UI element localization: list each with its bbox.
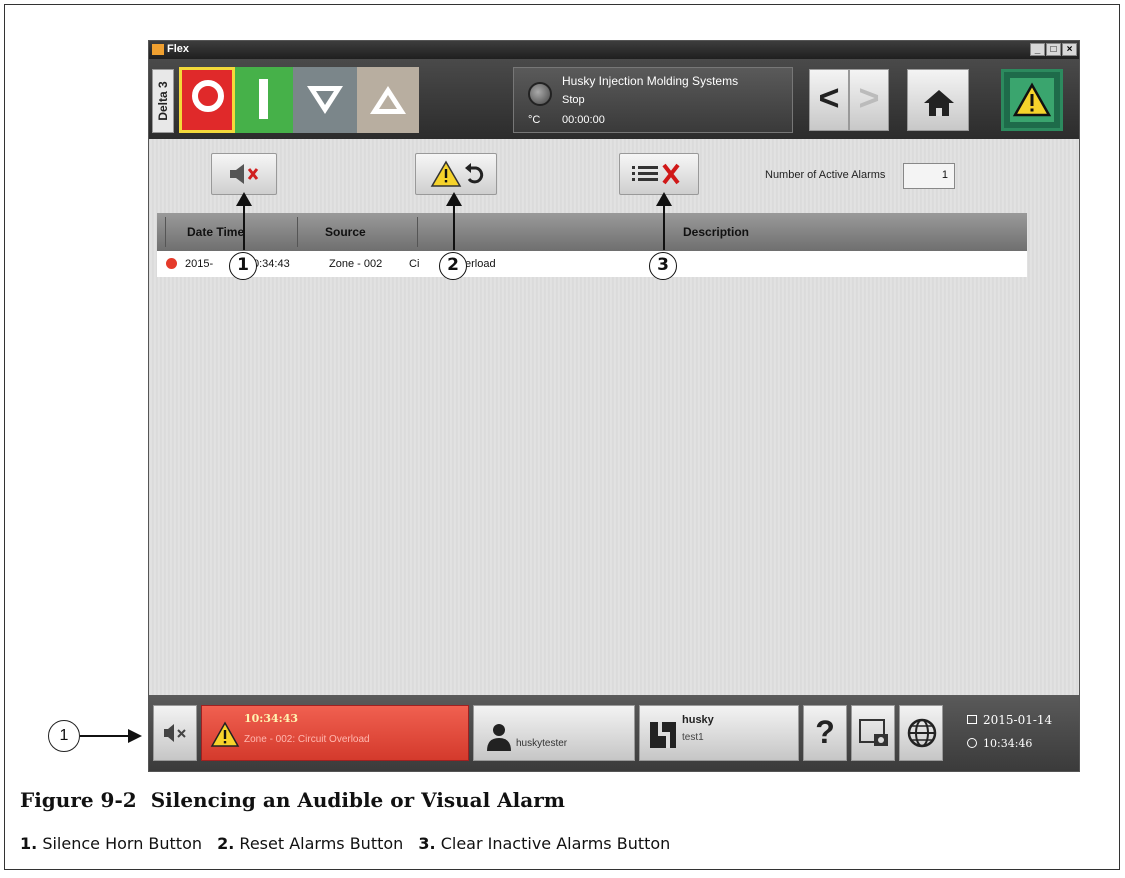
minimize-button[interactable]: _: [1030, 43, 1045, 56]
legend-text-1: Silence Horn Button: [42, 834, 203, 853]
forward-button[interactable]: >: [849, 69, 889, 131]
status-footer: 10:34:43 Zone - 002: Circuit Overload hu…: [149, 695, 1079, 771]
heat-up-button[interactable]: [357, 67, 419, 133]
screenshot-icon: [859, 719, 888, 746]
legend-text-2: Reset Alarms Button: [239, 834, 404, 853]
window-controls: _ □ ×: [1030, 43, 1077, 56]
status-light-icon: [528, 82, 552, 106]
row-description-tail: erload: [465, 258, 496, 270]
outer-callout-1: 1: [48, 720, 80, 752]
callout-2: 2: [439, 252, 467, 280]
heat-down-button[interactable]: [293, 67, 357, 133]
clock-icon: [967, 738, 977, 748]
husky-logo-icon: [650, 722, 676, 748]
active-alarms-label: Number of Active Alarms: [765, 169, 886, 181]
figure-caption: Figure 9-2 Silencing an Audible or Visual…: [20, 788, 565, 812]
start-button[interactable]: [235, 67, 293, 133]
user-name: huskytester: [516, 738, 568, 749]
calendar-icon: [967, 715, 977, 724]
outer-callout-arrow: [80, 735, 130, 737]
datetime-display: 2015-01-14 10:34:46: [947, 705, 1073, 761]
column-datetime[interactable]: Date Time: [187, 225, 244, 239]
alarm-message: Zone - 002: Circuit Overload: [244, 734, 370, 745]
column-source[interactable]: Source: [325, 225, 366, 239]
machine-header: Delta 3 °C Husky Injection Molding Syste…: [149, 59, 1079, 139]
flex-app-window: Flex _ □ × Delta 3 °C Husky Injection Mo…: [148, 40, 1080, 772]
project-button[interactable]: husky test1: [639, 705, 799, 761]
callout-2-arrow: [453, 200, 455, 250]
silence-horn-button[interactable]: [211, 153, 277, 195]
legend-num-3: 3.: [418, 834, 436, 853]
figure-title: Silencing an Audible or Visual Alarm: [150, 788, 565, 812]
warning-icon: [210, 721, 240, 747]
window-title: Flex: [167, 43, 190, 55]
figure-number: Figure 9-2: [20, 788, 137, 812]
alarm-table-header: Date Time Source Description: [157, 213, 1027, 251]
outer-arrowhead: [128, 729, 142, 743]
home-button[interactable]: [907, 69, 969, 131]
machine-state: Stop: [562, 94, 585, 106]
clear-list-icon: [632, 163, 680, 185]
legend-text-3: Clear Inactive Alarms Button: [440, 834, 671, 853]
alarm-hand-icon: [166, 258, 177, 269]
alarms-button[interactable]: [1001, 69, 1063, 131]
temperature-unit: °C: [528, 114, 541, 126]
title-bar: Flex _ □ ×: [149, 41, 1079, 59]
active-alarm-banner[interactable]: 10:34:43 Zone - 002: Circuit Overload: [201, 705, 469, 761]
footer-silence-button[interactable]: [153, 705, 197, 761]
stop-icon: [192, 80, 224, 112]
reset-alarms-button[interactable]: [415, 153, 497, 195]
row-source: Zone - 002: [329, 258, 383, 270]
current-date: 2015-01-14: [983, 713, 1053, 727]
clear-inactive-alarms-button[interactable]: [619, 153, 699, 195]
globe-icon: [907, 718, 937, 748]
legend-num-2: 2.: [217, 834, 235, 853]
column-description[interactable]: Description: [683, 225, 749, 239]
triangle-down-icon: [307, 86, 343, 114]
project-name: husky: [682, 714, 714, 726]
language-button[interactable]: [899, 705, 943, 761]
help-button[interactable]: ?: [803, 705, 847, 761]
user-icon: [487, 724, 511, 751]
close-button[interactable]: ×: [1062, 43, 1077, 56]
arrowhead-1: [236, 192, 252, 206]
warning-icon: [1012, 82, 1052, 117]
callout-3-arrow: [663, 200, 665, 250]
company-name: Husky Injection Molding Systems: [562, 74, 739, 88]
current-time: 10:34:46: [983, 737, 1033, 750]
delta-tab-label: Delta 3: [156, 81, 170, 121]
screenshot-button[interactable]: [851, 705, 895, 761]
cycle-timer: 00:00:00: [562, 114, 605, 126]
callout-3: 3: [649, 252, 677, 280]
row-datetime: 2015-: [185, 258, 214, 270]
legend-num-1: 1.: [20, 834, 38, 853]
alarms-screen: Number of Active Alarms 1 Date Time Sour…: [149, 139, 1079, 695]
callout-1-arrow: [243, 200, 245, 250]
figure-legend: 1. Silence Horn Button 2. Reset Alarms B…: [20, 834, 680, 853]
delta-tab[interactable]: Delta 3: [152, 69, 174, 133]
back-button[interactable]: <: [809, 69, 849, 131]
arrowhead-2: [446, 192, 462, 206]
reset-warning-icon: [430, 160, 484, 187]
row-description-head: Ci: [409, 258, 420, 270]
row-datetime-tail: 0:34:43: [253, 258, 290, 270]
alarm-time: 10:34:43: [244, 712, 299, 725]
user-button[interactable]: huskytester: [473, 705, 635, 761]
active-alarms-count: 1: [903, 163, 955, 189]
start-icon: [259, 79, 268, 119]
speaker-mute-icon: [164, 724, 186, 742]
triangle-up-icon: [370, 86, 406, 114]
table-row[interactable]: 2015- 0:34:43 Zone - 002 Ci erload: [157, 251, 1027, 277]
callout-1: 1: [229, 252, 257, 280]
speaker-mute-icon: [230, 164, 259, 184]
arrowhead-3: [656, 192, 672, 206]
machine-status-panel: °C Husky Injection Molding Systems Stop …: [513, 67, 793, 133]
stop-button[interactable]: [179, 67, 235, 133]
maximize-button[interactable]: □: [1046, 43, 1061, 56]
home-icon: [924, 90, 954, 116]
project-sub: test1: [682, 732, 704, 743]
app-icon: [152, 44, 164, 55]
